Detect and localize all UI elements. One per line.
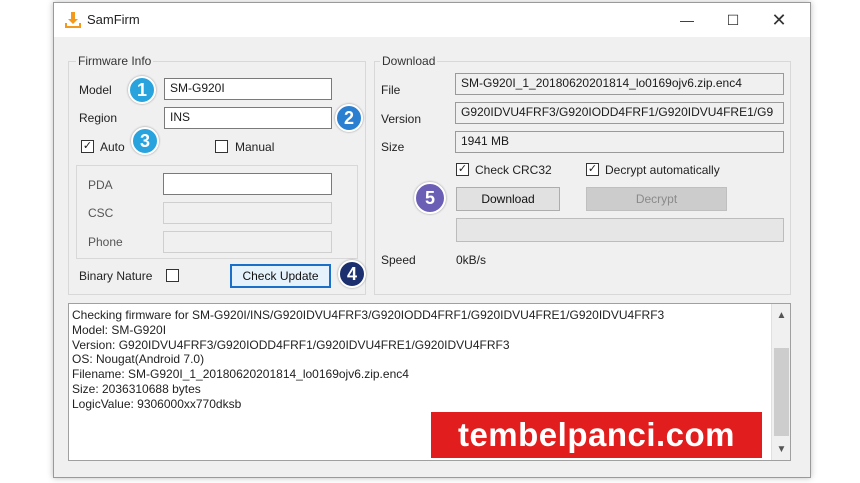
log-line: Model: SM-G920I bbox=[72, 322, 167, 337]
check-crc32-checkbox[interactable]: ✓ bbox=[456, 163, 469, 176]
binary-nature-label: Binary Nature bbox=[79, 269, 153, 283]
checkmark-icon: ✓ bbox=[587, 163, 598, 175]
region-input[interactable]: INS bbox=[164, 107, 332, 129]
file-field: SM-G920I_1_20180620201814_lo0169ojv6.zip… bbox=[455, 73, 784, 95]
annotation-badge-4: 4 bbox=[338, 260, 366, 288]
binary-nature-checkbox[interactable] bbox=[166, 269, 179, 282]
firmware-info-group-label: Firmware Info bbox=[76, 54, 154, 68]
pda-input[interactable] bbox=[163, 173, 332, 195]
maximize-button[interactable]: ☐ bbox=[710, 3, 756, 37]
annotation-badge-1: 1 bbox=[128, 76, 156, 104]
log-line: Size: 2036310688 bytes bbox=[72, 381, 201, 396]
log-line: OS: Nougat(Android 7.0) bbox=[72, 352, 205, 367]
maximize-icon: ☐ bbox=[726, 11, 740, 28]
file-label: File bbox=[381, 83, 401, 97]
phone-label: Phone bbox=[88, 235, 123, 249]
minimize-button[interactable]: — bbox=[664, 3, 710, 37]
log-scrollbar[interactable]: ▲ ▼ bbox=[771, 304, 790, 460]
decrypt-automatically-checkbox[interactable]: ✓ bbox=[586, 163, 599, 176]
log-line: Checking firmware for SM-G920I/INS/G920I… bbox=[72, 308, 665, 322]
close-button[interactable]: ✕ bbox=[756, 3, 802, 37]
download-progress-bar bbox=[456, 218, 784, 242]
manual-checkbox[interactable] bbox=[215, 140, 228, 153]
check-update-button[interactable]: Check Update bbox=[230, 264, 331, 288]
scroll-thumb[interactable] bbox=[774, 348, 789, 436]
minimize-icon: — bbox=[680, 12, 694, 28]
download-app-icon bbox=[65, 12, 81, 28]
window-title: SamFirm bbox=[87, 12, 140, 27]
checkmark-icon: ✓ bbox=[457, 163, 468, 175]
title-bar: SamFirm — ☐ ✕ bbox=[54, 3, 810, 37]
speed-value: 0kB/s bbox=[456, 253, 487, 267]
watermark-logo: tembelpanci.com bbox=[431, 412, 762, 458]
size-field: 1941 MB bbox=[455, 131, 784, 153]
version-field: G920IDVU4FRF3/G920IODD4FRF1/G920IDVU4FRE… bbox=[455, 102, 784, 124]
annotation-badge-2: 2 bbox=[335, 104, 363, 132]
download-button[interactable]: Download bbox=[456, 187, 560, 211]
download-group bbox=[374, 61, 791, 295]
log-line: LogicValue: 9306000xx770dksb bbox=[72, 396, 242, 411]
auto-checkbox[interactable]: ✓ bbox=[81, 140, 94, 153]
manual-label: Manual bbox=[235, 140, 275, 154]
model-label: Model bbox=[79, 83, 112, 97]
scroll-down-arrow-icon[interactable]: ▼ bbox=[772, 440, 790, 458]
auto-label: Auto bbox=[100, 140, 125, 154]
speed-label: Speed bbox=[381, 253, 416, 267]
csc-label: CSC bbox=[88, 206, 114, 220]
log-line: Version: G920IDVU4FRF3/G920IODD4FRF1/G92… bbox=[72, 337, 510, 352]
scroll-up-arrow-icon[interactable]: ▲ bbox=[772, 306, 790, 324]
checkmark-icon: ✓ bbox=[82, 140, 93, 152]
decrypt-automatically-label: Decrypt automatically bbox=[605, 163, 720, 177]
close-icon: ✕ bbox=[771, 9, 787, 30]
region-label: Region bbox=[79, 111, 118, 125]
model-input[interactable]: SM-G920I bbox=[164, 78, 332, 100]
version-label: Version bbox=[381, 112, 422, 126]
pda-label: PDA bbox=[88, 178, 113, 192]
samfirm-window: SamFirm — ☐ ✕ Firmware Info Model SM-G92… bbox=[53, 2, 811, 478]
annotation-badge-3: 3 bbox=[131, 127, 159, 155]
log-line: Filename: SM-G920I_1_20180620201814_lo01… bbox=[72, 367, 409, 382]
phone-input[interactable] bbox=[163, 231, 332, 253]
csc-input[interactable] bbox=[163, 202, 332, 224]
size-label: Size bbox=[381, 140, 405, 154]
check-crc32-label: Check CRC32 bbox=[475, 163, 552, 177]
decrypt-button[interactable]: Decrypt bbox=[586, 187, 727, 211]
annotation-badge-5: 5 bbox=[414, 182, 446, 214]
log-lines: Checking firmware for SM-G920I/INS/G920I… bbox=[72, 308, 768, 412]
download-group-label: Download bbox=[380, 54, 438, 68]
